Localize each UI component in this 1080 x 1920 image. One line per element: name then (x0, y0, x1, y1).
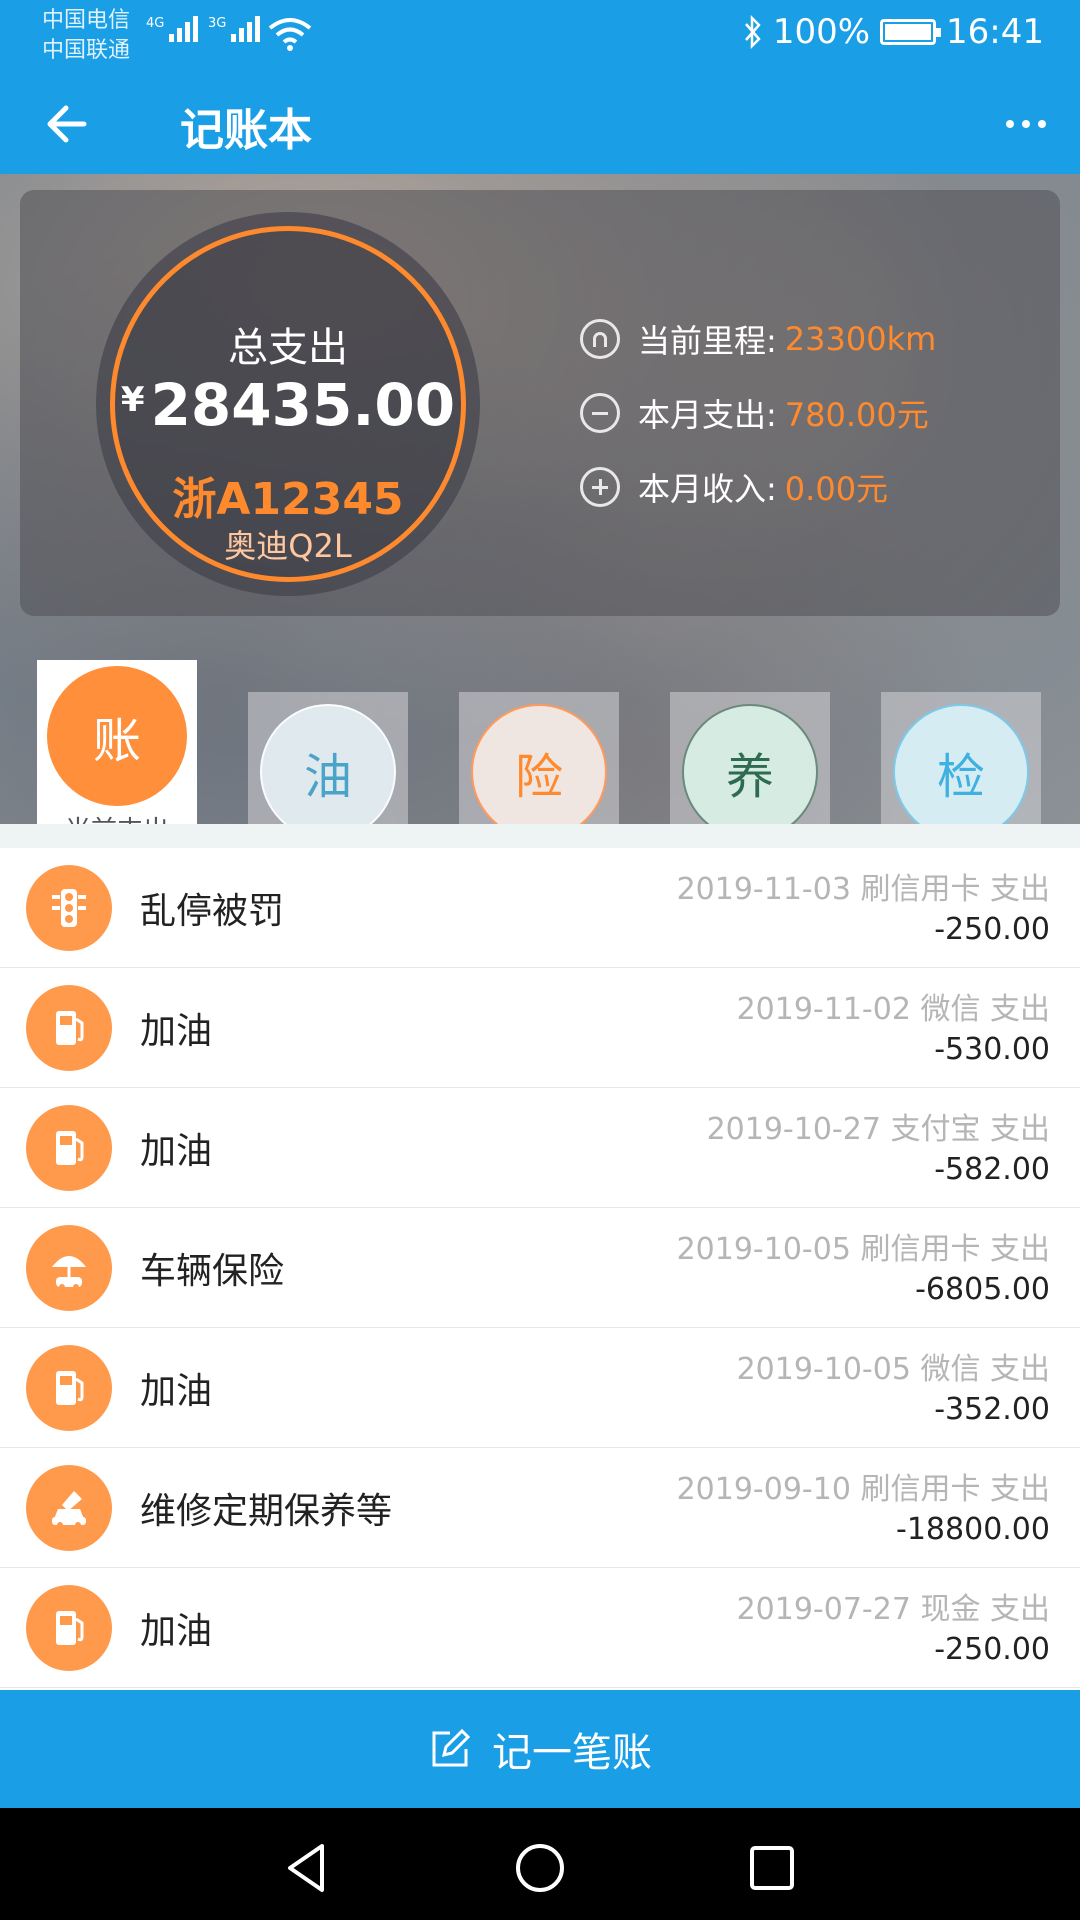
car-model: 奥迪Q2L (224, 527, 352, 565)
carrier-2: 中国联通 (42, 38, 131, 63)
category-tabs: 账 当前支出 油 险 养 检 (0, 634, 1080, 824)
record-meta: 2019-10-05 微信 支出 (736, 1352, 1050, 1387)
list-item[interactable]: 加油 2019-11-02 微信 支出 -530.00 (0, 968, 1080, 1088)
carrier-info: 中国电信 中国联通 (42, 6, 130, 66)
signal-4g-icon: 4G (146, 16, 199, 42)
car-repair-icon (26, 1465, 112, 1551)
fuel-pump-icon (26, 1345, 112, 1431)
arrow-left-icon (47, 105, 87, 143)
bluetooth-icon (744, 15, 761, 49)
battery-percent: 100% (772, 12, 871, 52)
plus-circle-icon (580, 467, 620, 507)
stat-month-income: 本月收入: 0.00元 (580, 450, 936, 524)
minus-circle-icon (580, 393, 620, 433)
tab-all-expense[interactable]: 账 当前支出 (37, 660, 197, 824)
more-dots-icon (1006, 120, 1014, 128)
record-amount: -582.00 (934, 1152, 1050, 1187)
total-ring: 总支出 ¥28435.00 浙A12345 奥迪Q2L (96, 212, 480, 596)
tab-maintenance[interactable]: 养 (670, 692, 830, 824)
list-item[interactable]: 加油 2019-07-27 现金 支出 -250.00 (0, 1568, 1080, 1688)
fuel-pump-icon (26, 1105, 112, 1191)
license-plate: 浙A12345 (172, 474, 404, 525)
tab-fuel[interactable]: 油 (248, 692, 408, 824)
carrier-1: 中国电信 (42, 8, 131, 33)
list-item[interactable]: 车辆保险 2019-10-05 刷信用卡 支出 -6805.00 (0, 1208, 1080, 1328)
nav-recents-button[interactable] (742, 1838, 802, 1898)
list-item[interactable]: 乱停被罚 2019-11-03 刷信用卡 支出 -250.00 (0, 848, 1080, 968)
currency-symbol: ¥ (120, 380, 145, 420)
summary-panel: 总支出 ¥28435.00 浙A12345 奥迪Q2L 当前里程: 23300k… (20, 190, 1060, 616)
app-bar: 记账本 (0, 74, 1080, 174)
record-amount: -18800.00 (896, 1512, 1050, 1547)
record-amount: -250.00 (934, 912, 1050, 947)
record-meta: 2019-07-27 现金 支出 (736, 1592, 1050, 1627)
fuel-pump-icon (26, 985, 112, 1071)
fuel-pump-icon (26, 1585, 112, 1671)
record-meta: 2019-11-03 刷信用卡 支出 (676, 872, 1050, 907)
battery-icon (880, 19, 942, 45)
nav-back-button[interactable] (278, 1838, 338, 1898)
record-amount: -6805.00 (915, 1272, 1050, 1307)
record-name: 维修定期保养等 (140, 1491, 393, 1532)
record-amount: -530.00 (934, 1032, 1050, 1067)
record-name: 加油 (140, 1011, 213, 1052)
circle-home-icon (516, 1844, 564, 1892)
record-name: 加油 (140, 1611, 213, 1652)
clock: 16:41 (946, 12, 1044, 52)
signal-3g-icon: 3G (208, 16, 261, 42)
stats-list: 当前里程: 23300km 本月支出: 780.00元 本月收入: 0.00元 (580, 302, 936, 524)
record-name: 加油 (140, 1371, 213, 1412)
wifi-icon (268, 16, 312, 56)
record-meta: 2019-11-02 微信 支出 (736, 992, 1050, 1027)
record-meta: 2019-10-27 支付宝 支出 (706, 1112, 1050, 1147)
edit-icon (432, 1728, 471, 1767)
section-divider (0, 824, 1080, 848)
add-record-label: 记一笔账 (492, 1730, 652, 1776)
record-name: 车辆保险 (140, 1251, 285, 1292)
list-item[interactable]: 维修定期保养等 2019-09-10 刷信用卡 支出 -18800.00 (0, 1448, 1080, 1568)
record-name: 加油 (140, 1131, 213, 1172)
record-list: 乱停被罚 2019-11-03 刷信用卡 支出 -250.00 加油 2019-… (0, 848, 1080, 1688)
record-amount: -352.00 (934, 1392, 1050, 1427)
triangle-back-icon (288, 1844, 324, 1892)
total-expense-amount: ¥28435.00 (120, 371, 456, 439)
status-right: 100% 16:41 (743, 12, 1044, 52)
summary-hero: 总支出 ¥28435.00 浙A12345 奥迪Q2L 当前里程: 23300k… (0, 174, 1080, 824)
add-record-button[interactable]: 记一笔账 (0, 1690, 1080, 1808)
traffic-light-icon (26, 865, 112, 951)
list-item[interactable]: 加油 2019-10-27 支付宝 支出 -582.00 (0, 1088, 1080, 1208)
system-nav-bar (0, 1808, 1080, 1920)
record-meta: 2019-10-05 刷信用卡 支出 (676, 1232, 1050, 1267)
car-insurance-icon (26, 1225, 112, 1311)
record-meta: 2019-09-10 刷信用卡 支出 (676, 1472, 1050, 1507)
odometer-icon (580, 319, 620, 359)
square-recents-icon (750, 1846, 794, 1890)
stat-month-expense: 本月支出: 780.00元 (580, 376, 936, 450)
record-name: 乱停被罚 (140, 891, 285, 932)
tab-caption: 当前支出 (37, 810, 197, 824)
page-title: 记账本 (180, 105, 312, 156)
status-bar: 中国电信 中国联通 4G 3G 100% 16:41 (0, 0, 1080, 74)
tab-inspection[interactable]: 检 (881, 692, 1041, 824)
total-expense-label: 总支出 (228, 325, 348, 371)
stat-mileage: 当前里程: 23300km (580, 302, 936, 376)
nav-home-button[interactable] (510, 1838, 570, 1898)
list-item[interactable]: 加油 2019-10-05 微信 支出 -352.00 (0, 1328, 1080, 1448)
record-amount: -250.00 (934, 1632, 1050, 1667)
tab-insurance[interactable]: 险 (459, 692, 619, 824)
more-options-button[interactable] (996, 104, 1056, 144)
back-button[interactable] (40, 96, 100, 152)
